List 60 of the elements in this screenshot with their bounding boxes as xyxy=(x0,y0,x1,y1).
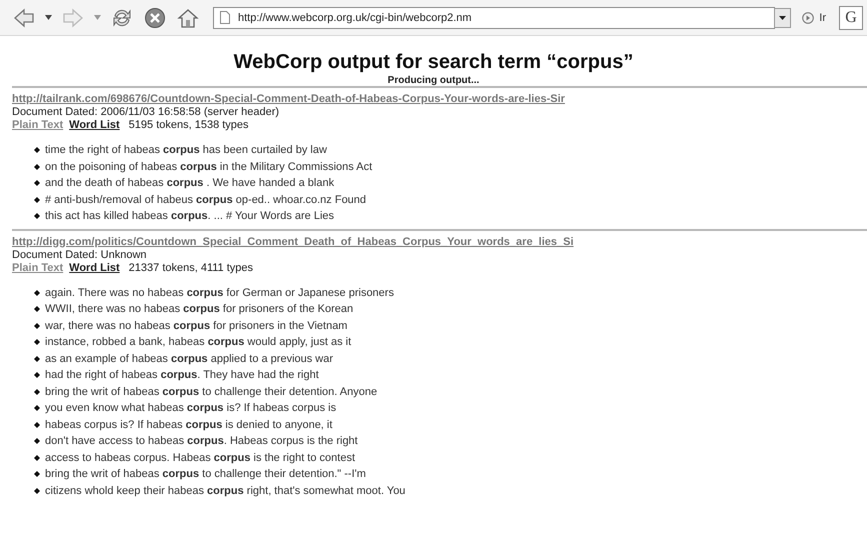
bullet-icon xyxy=(34,339,40,346)
document-link[interactable]: http://tailrank.com/698676/Countdown-Special-Comment-Death-of-Habeas-Corpus-Your-words-are-lies-Sir xyxy=(12,93,565,105)
concordance-line: citizens whold keep their habeas corpus right, that's somewhat moot. You xyxy=(45,484,406,498)
bullet-icon xyxy=(34,147,40,154)
concordance-line: # anti-bush/removal of habeus corpus op-ed.. whoar.co.nz Found xyxy=(45,192,366,208)
concordance-line: again. There was no habeas corpus for German or Japanese prisoners xyxy=(45,286,394,300)
bullet-icon xyxy=(34,180,40,186)
concordance-line: don't have access to habeas corpus. Habeas corpus is the right xyxy=(45,434,358,449)
concordance-line: access to habeas corpus. Habeas corpus is the right to contest xyxy=(45,450,356,466)
dropdown-button[interactable] xyxy=(774,8,792,28)
concordance-line: bring the writ of habeas corpus to challenge their detention." --I'm xyxy=(45,467,366,482)
token-stats: 5195 tokens, 1538 types xyxy=(128,119,249,132)
bullet-icon xyxy=(34,290,40,296)
view-link[interactable]: Plain Text xyxy=(12,119,64,132)
concordance-line: time the right of habeas corpus has been curtailed by law xyxy=(45,143,327,158)
bullet-icon xyxy=(34,213,40,220)
bullet-icon xyxy=(34,488,40,494)
caret-icon[interactable] xyxy=(45,15,52,20)
bullet-icon xyxy=(34,405,40,412)
concordance-line: had the right of habeas corpus. They have had the right xyxy=(45,368,319,383)
go-label[interactable]: Ir xyxy=(819,12,826,24)
view-link[interactable]: Word List xyxy=(69,119,120,132)
concordance-line: as an example of habeas corpus applied to a previous war xyxy=(45,352,334,366)
bullet-icon xyxy=(34,306,40,312)
caret-icon xyxy=(779,16,786,20)
status-text: Producing output... xyxy=(386,75,480,86)
bullet-icon xyxy=(34,164,40,170)
document-date: Document Dated: Unknown xyxy=(12,248,148,262)
concordance-line: on the poisoning of habeas corpus in the Military Commissions Act xyxy=(45,160,372,174)
stop-icon[interactable] xyxy=(144,6,166,28)
view-link[interactable]: Plain Text xyxy=(12,262,64,274)
bullet-icon xyxy=(34,388,40,395)
bullet-icon xyxy=(34,372,40,378)
concordance-line: instance, robbed a bank, habeas corpus would apply, just as it xyxy=(45,335,352,350)
document-date: Document Dated: 2006/11/03 16:58:58 (server header) xyxy=(12,106,280,119)
bullet-icon xyxy=(34,438,40,444)
token-stats: 21337 tokens, 4111 types xyxy=(128,262,254,274)
bullet-icon xyxy=(34,322,40,329)
concordance-line: habeas corpus is? If habeas corpus is denied to anyone, it xyxy=(45,418,332,432)
concordance-line: war, there was no habeas corpus for prisoners in the Vietnam xyxy=(45,318,348,334)
bullet-icon xyxy=(34,422,40,428)
page-title: WebCorp output for search term “corpus” xyxy=(232,50,634,74)
bullet-icon xyxy=(34,356,40,362)
home-icon[interactable] xyxy=(177,6,199,28)
concordance-line: this act has killed habeas corpus. ... # Your Words are Lies xyxy=(45,209,334,224)
bullet-icon xyxy=(34,196,40,203)
document-link[interactable]: http://digg.com/politics/Countdown_Special_Comment_Death_of_Habeas_Corpus_Your_words_are_lies_Si xyxy=(12,236,574,248)
address-field[interactable]: http://www.webcorp.org.uk/cgi-bin/webcorp2.nm xyxy=(213,6,776,28)
concordance-line: bring the writ of habeas corpus to challenge their detention. Anyone xyxy=(45,384,378,400)
refresh-icon[interactable] xyxy=(111,6,133,28)
concordance-line: WWII, there was no habeas corpus for prisoners of the Korean xyxy=(45,302,354,317)
back-arrow-icon[interactable] xyxy=(13,6,35,28)
concordance-line: and the death of habeas corpus . We have handed a blank xyxy=(45,176,334,191)
search-engine-button[interactable]: G xyxy=(839,6,863,30)
bullet-icon xyxy=(34,471,40,478)
go-icon[interactable] xyxy=(802,12,814,24)
view-link[interactable]: Word List xyxy=(69,262,120,274)
page-icon xyxy=(220,11,230,24)
bullet-icon xyxy=(34,454,40,461)
concordance-line: you even know what habeas corpus is? If habeas corpus is xyxy=(45,401,336,416)
